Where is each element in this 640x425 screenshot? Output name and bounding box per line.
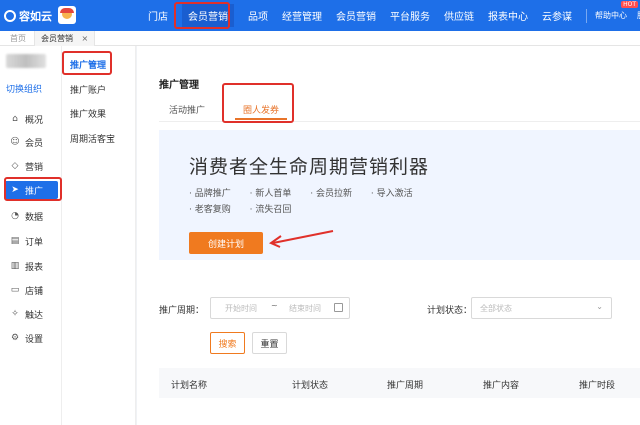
bullet-item: 导入激活 [376, 189, 413, 199]
help-center-link[interactable]: 帮助中心 [595, 10, 627, 21]
top-bar: 容如云 门店 会员营销 品项 经营管理 会员营销 平台服务 供应链 报表中心 云… [0, 0, 640, 31]
top-nav: 门店 会员营销 品项 经营管理 会员营销 平台服务 供应链 报表中心 云参谋 帮… [148, 0, 640, 31]
sidebar-item-overview[interactable]: ⌂ 概况 [4, 110, 58, 128]
home-icon: ⌂ [12, 114, 18, 124]
bullet-item: 流失召回 [255, 205, 292, 215]
nav-products[interactable]: 品项 [248, 8, 268, 23]
submenu-item-cycle-customer[interactable]: 周期活客宝 [70, 132, 115, 145]
sidebar: 切换组织 ⌂ 概况 ☺ 会员 ◇ 营销 ➤ 推广 ◔ 数据 ▤ 订单 ▥ 报表 … [0, 46, 62, 425]
send-icon: ➤ [11, 185, 19, 195]
search-button[interactable]: 搜索 [210, 332, 245, 354]
column-content: 推广内容 [483, 381, 520, 391]
sidebar-item-label: 店铺 [25, 286, 44, 297]
reach-icon: ✧ [11, 309, 19, 319]
close-icon[interactable]: × [82, 34, 89, 43]
nav-member-marketing[interactable]: 会员营销 [182, 4, 234, 27]
switch-org-link[interactable]: 切换组织 [6, 82, 42, 95]
banner-bullets: · 品牌推广 · 新人首单 · 会员拉新 · 导入激活 · 老客复购 · 流失召… [189, 189, 413, 215]
nav-cloud-advisor[interactable]: 云参谋 [542, 8, 572, 23]
tag-icon: ◇ [11, 161, 19, 171]
create-plan-button[interactable]: 创建计划 [189, 232, 263, 254]
mascot-avatar[interactable] [58, 6, 76, 24]
range-separator: ~ [271, 301, 278, 310]
sidebar-item-label: 报表 [25, 262, 44, 273]
nav-report-center[interactable]: 报表中心 [488, 8, 528, 23]
bar-chart-icon: ▥ [10, 261, 20, 271]
submenu-item-promotion-effect[interactable]: 推广效果 [70, 107, 106, 120]
nav-operations[interactable]: 经营管理 [282, 8, 322, 23]
order-icon: ▤ [10, 236, 20, 246]
page-tab-current-label: 会员营销 [41, 34, 73, 43]
submenu-item-promotion-management[interactable]: 推广管理 [70, 58, 106, 71]
sidebar-item-orders[interactable]: ▤ 订单 [4, 232, 58, 250]
tab-activity-promotion[interactable]: 活动推广 [169, 103, 205, 116]
chevron-down-icon: ⌄ [596, 302, 603, 311]
start-date-input[interactable]: 开始时间 [225, 303, 257, 314]
calendar-icon [334, 303, 343, 312]
sidebar-item-data[interactable]: ◔ 数据 [4, 207, 58, 225]
sidebar-item-stores[interactable]: ▭ 店铺 [4, 281, 58, 299]
sidebar-item-label: 概况 [25, 115, 44, 126]
sidebar-item-members[interactable]: ☺ 会员 [4, 133, 58, 151]
nav-store[interactable]: 门店 [148, 8, 168, 23]
status-select[interactable]: 全部状态 ⌄ [471, 297, 612, 319]
table-header: 计划名称 计划状态 推广周期 推广内容 推广时段 [159, 368, 640, 398]
nav-supply-chain[interactable]: 供应链 [444, 8, 474, 23]
logo-text: 容如云 [19, 10, 52, 23]
date-range-picker[interactable]: 开始时间 ~ 结束时间 [210, 297, 350, 319]
banner-title: 消费者全生命周期营销利器 [189, 156, 430, 178]
sidebar-item-settings[interactable]: ⚙ 设置 [4, 329, 58, 347]
sidebar-item-label: 设置 [25, 334, 44, 345]
end-date-input[interactable]: 结束时间 [289, 303, 321, 314]
column-plan-status: 计划状态 [292, 381, 329, 391]
page-tab-current[interactable]: 会员营销 × [34, 31, 96, 46]
org-avatar-blurred [6, 54, 46, 68]
app-logo[interactable]: 容如云 [4, 8, 52, 24]
sidebar-item-label: 数据 [25, 212, 44, 223]
sidebar-item-label: 订单 [25, 237, 44, 248]
page-tab-home[interactable]: 首页 [4, 31, 32, 46]
sidebar-item-label: 营销 [25, 162, 44, 173]
hot-badge: HOT [621, 1, 638, 8]
promo-banner: 消费者全生命周期营销利器 · 品牌推广 · 新人首单 · 会员拉新 · 导入激活… [159, 130, 640, 260]
sidebar-item-reports[interactable]: ▥ 报表 [4, 257, 58, 275]
store-icon: ▭ [10, 285, 20, 295]
column-time-slot: 推广时段 [579, 381, 616, 391]
status-placeholder: 全部状态 [480, 304, 512, 313]
nav-platform-services[interactable]: 平台服务 [390, 8, 430, 23]
sidebar-item-promotion[interactable]: ➤ 推广 [4, 181, 58, 199]
sidebar-item-label: 推广 [25, 186, 44, 197]
submenu-item-promotion-account[interactable]: 推广账户 [70, 83, 106, 96]
nav-member-marketing-2[interactable]: 会员营销 [336, 8, 376, 23]
column-period: 推广周期 [387, 381, 424, 391]
bullet-item: 品牌推广 [194, 189, 231, 199]
sub-menu: 推广管理 推广账户 推广效果 周期活客宝 [62, 46, 136, 425]
bullet-item: 老客复购 [194, 205, 231, 215]
sidebar-item-reach[interactable]: ✧ 触达 [4, 305, 58, 323]
sidebar-item-marketing[interactable]: ◇ 营销 [4, 157, 58, 175]
bullet-item: 新人首单 [255, 189, 292, 199]
active-tab-underline [235, 118, 287, 120]
sidebar-item-label: 会员 [25, 138, 44, 149]
main-content: 推广管理 活动推广 圈人发券 消费者全生命周期营销利器 · 品牌推广 · 新人首… [137, 46, 640, 425]
page-tabs-bar: 首页 会员营销 × [0, 31, 640, 46]
logo-icon [4, 10, 16, 22]
reset-button[interactable]: 重置 [252, 332, 287, 354]
column-plan-name: 计划名称 [171, 381, 208, 391]
status-label: 计划状态： [427, 306, 473, 316]
bullet-item: 会员拉新 [315, 189, 352, 199]
chart-pie-icon: ◔ [11, 211, 19, 221]
tab-divider [159, 121, 640, 122]
nav-divider [586, 8, 587, 23]
page-title: 推广管理 [159, 80, 199, 91]
period-label: 推广周期： [159, 306, 205, 316]
users-icon: ☺ [10, 137, 20, 147]
sidebar-item-label: 触达 [25, 310, 44, 321]
tab-target-coupon[interactable]: 圈人发券 [243, 103, 279, 116]
gear-icon: ⚙ [10, 333, 20, 343]
